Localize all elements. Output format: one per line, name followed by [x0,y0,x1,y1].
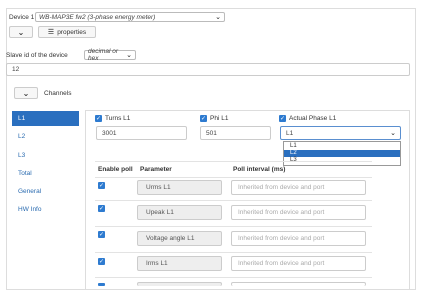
check-icon: ✓ [98,205,105,212]
phi-value: 501 [206,129,217,137]
parameter-field [137,282,222,286]
collapse-channels-button[interactable]: ⌄ [14,87,38,99]
turns-input[interactable]: 3001 [96,126,187,140]
enable-poll-checkbox[interactable]: ✓ [98,182,105,189]
poll-interval-placeholder: Inherited from device and port [238,260,325,267]
parameter-name: Voltage angle L1 [146,235,195,242]
nav-label: Total [18,170,32,177]
column-header-parameter: Parameter [140,166,172,173]
column-header-enable-poll: Enable poll [98,166,133,173]
enable-poll-checkbox[interactable]: ✓ [98,231,105,238]
nav-label: General [18,188,42,195]
table-row [95,177,372,178]
device-select-value: WB-MAP3E fw2 (3-phase energy meter) [39,13,156,21]
channels-label: Channels [44,90,72,97]
poll-interval-placeholder: Inherited from device and port [238,184,325,191]
check-icon: ✓ [200,115,207,122]
nav-label: L2 [18,133,26,140]
phase-value: L1 [286,129,294,137]
turns-value: 3001 [102,129,117,137]
check-icon: ✓ [98,231,105,238]
parameter-field: Irms L1 [137,256,222,271]
table-row [95,252,372,253]
poll-interval-input[interactable] [231,282,366,286]
nav-item-l2[interactable]: L2 [12,131,79,143]
phase-option-l1[interactable]: L1 [284,143,400,150]
nav-label: L3 [18,152,26,159]
poll-interval-input[interactable]: Inherited from device and port [231,205,366,220]
turns-checkbox[interactable]: ✓ [95,115,102,122]
parameter-name: Urms L1 [146,184,171,191]
phi-checkbox[interactable]: ✓ [200,115,207,122]
chevron-down-icon: ⌄ [17,27,25,37]
phi-input[interactable]: 501 [200,126,271,140]
turns-field[interactable]: ✓ Turns L1 [95,115,130,122]
slave-id-mode-value: decimal or hex [88,48,118,62]
poll-interval-input[interactable]: Inherited from device and port [231,256,366,271]
slave-id-input[interactable]: 12 [6,63,410,76]
list-icon: ☰ [47,29,55,36]
device-label: Device 1 [9,14,35,21]
phase-field[interactable]: ✓ Actual Phase L1 [279,115,336,122]
nav-item-l1[interactable]: L1 [12,111,79,126]
properties-label: properties [57,28,87,36]
enable-poll-checkbox[interactable]: ✓ [98,258,105,265]
chevron-down-icon: ⌄ [22,88,30,98]
nav-item-general[interactable]: General [12,186,79,198]
parameter-name: Upeak L1 [146,209,174,216]
parameter-name: Irms L1 [146,260,168,267]
column-header-poll-interval: Poll interval (ms) [233,166,286,173]
poll-interval-input[interactable]: Inherited from device and port [231,231,366,246]
check-icon: ✓ [98,258,105,265]
poll-interval-input[interactable]: Inherited from device and port [231,180,366,195]
table-row [95,226,372,227]
turns-label: Turns L1 [105,115,131,122]
phase-checkbox[interactable]: ✓ [279,115,286,122]
phase-select[interactable]: L1 ⌄ [280,126,401,140]
nav-label: L1 [18,115,26,122]
phi-label: Phi L1 [210,115,229,122]
poll-interval-placeholder: Inherited from device and port [238,235,325,242]
nav-item-hw-info[interactable]: HW Info [12,204,79,216]
phase-option-l2[interactable]: L2 [284,150,400,157]
slave-id-mode-select[interactable]: decimal or hex ⌄ [84,48,136,62]
slave-id-label: Slave id of the device [6,52,68,59]
parameter-field: Voltage angle L1 [137,231,222,246]
enable-poll-checkbox[interactable]: ✓ [98,205,105,212]
table-row [95,200,372,201]
device-select[interactable]: WB-MAP3E fw2 (3-phase energy meter) ⌄ [35,12,225,22]
slave-id-value: 12 [12,66,20,73]
phi-field[interactable]: ✓ Phi L1 [200,115,228,122]
check-icon: ✓ [95,115,102,122]
check-icon: ✓ [279,115,286,122]
chevron-down-icon: ⌄ [215,14,221,21]
nav-item-l3[interactable]: L3 [12,150,79,162]
phase-label: Actual Phase L1 [289,115,337,122]
table-row [95,277,372,278]
parameter-field: Upeak L1 [137,205,222,220]
check-icon: ✓ [98,182,105,189]
nav-item-total[interactable]: Total [12,168,79,180]
collapse-device-button[interactable]: ⌄ [9,26,33,38]
properties-button[interactable]: ☰ properties [38,26,96,38]
poll-interval-placeholder: Inherited from device and port [238,209,325,216]
nav-label: HW Info [18,206,42,213]
chevron-down-icon: ⌄ [126,52,132,59]
parameter-field: Urms L1 [137,180,222,195]
chevron-down-icon: ⌄ [390,130,396,137]
